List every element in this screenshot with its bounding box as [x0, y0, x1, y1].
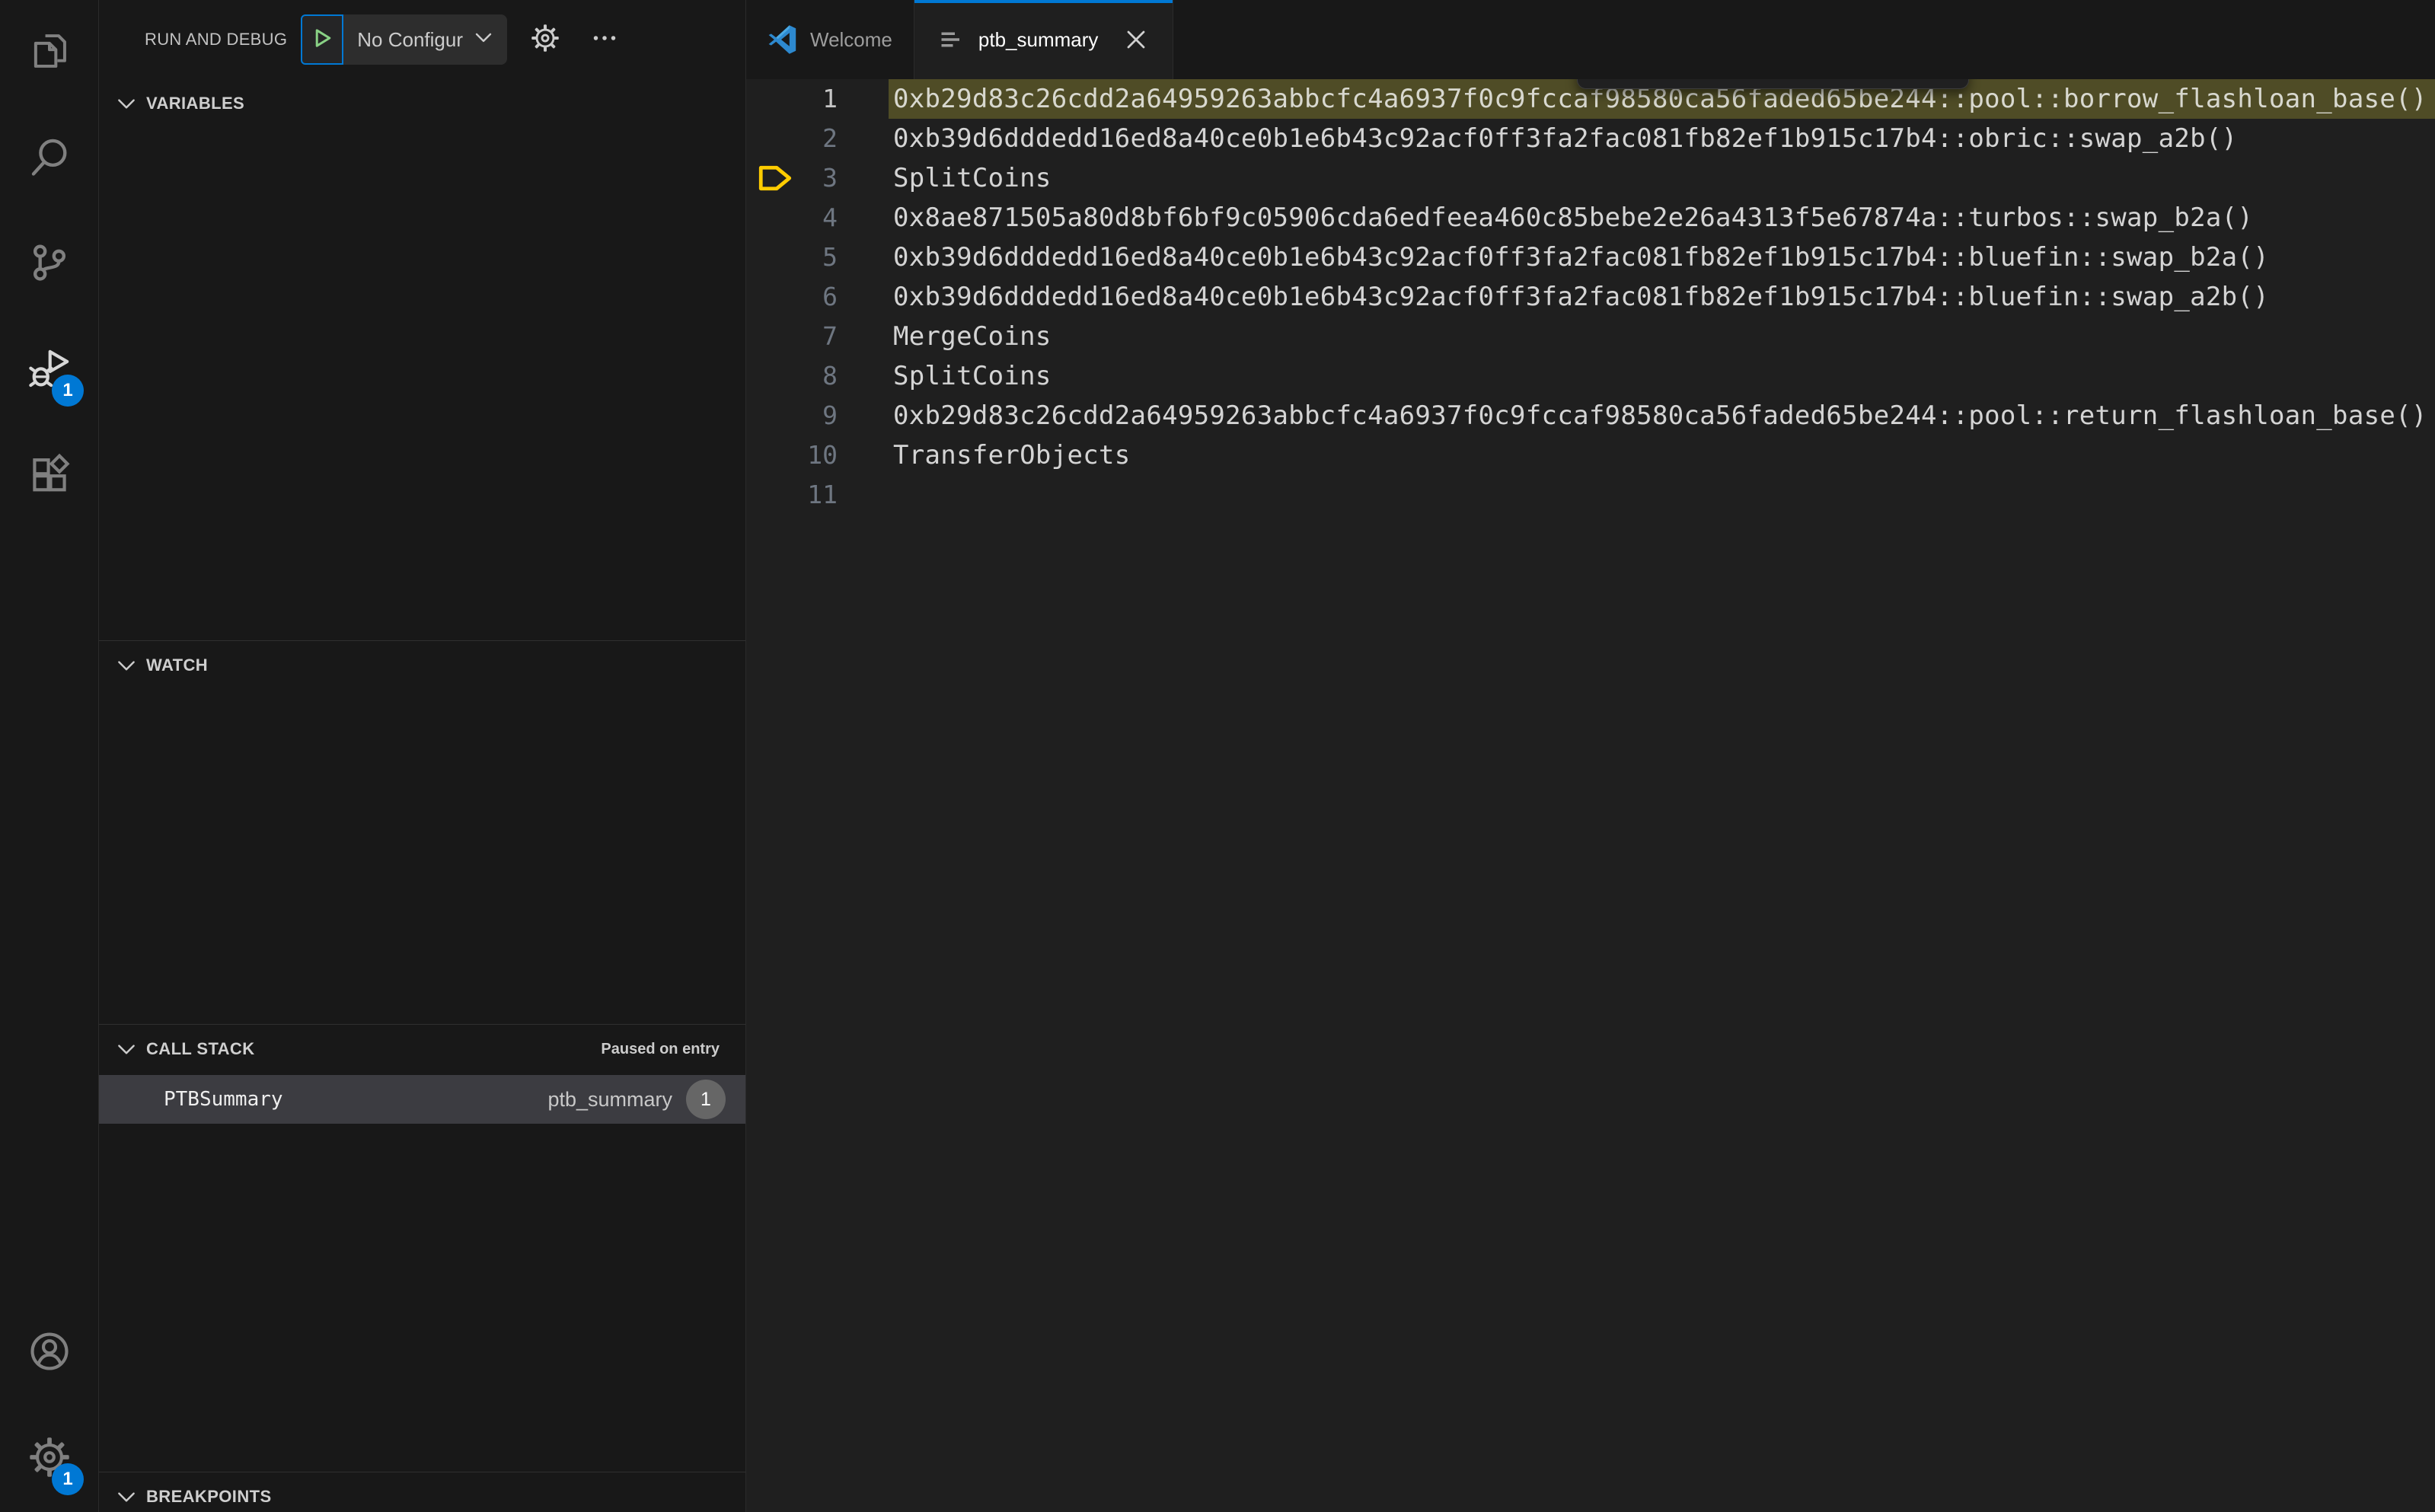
call-stack-pane-header[interactable]: CALL STACK Paused on entry: [99, 1025, 745, 1073]
code-line-8[interactable]: 8 SplitCoins: [746, 356, 2435, 396]
frame-file: ptb_summary: [547, 1087, 672, 1111]
config-dropdown-label: No Configur: [357, 27, 463, 51]
manage-button[interactable]: 1: [0, 1406, 99, 1512]
accounts-button[interactable]: [0, 1300, 99, 1406]
chevron-down-icon: [116, 655, 137, 676]
variables-pane-header[interactable]: VARIABLES: [99, 79, 745, 128]
list-file-icon: [936, 24, 966, 55]
breakpoints-pane-header[interactable]: BREAKPOINTS: [99, 1472, 745, 1512]
code-text: 0x8ae871505a80d8bf6bf9c05906cda6edfeea46…: [893, 203, 2254, 233]
sidebar-item-run-and-debug[interactable]: 1: [0, 317, 99, 423]
line-number[interactable]: 5: [746, 238, 838, 277]
settings-badge: 1: [52, 1463, 84, 1495]
config-dropdown[interactable]: No Configur: [343, 14, 507, 65]
watch-pane-header[interactable]: WATCH: [99, 641, 745, 690]
line-number[interactable]: 9: [746, 396, 838, 435]
activity-bar: 1 1: [0, 0, 99, 1512]
tab-bar: Welcome ptb_summary: [746, 0, 2435, 79]
call-stack-pane: CALL STACK Paused on entry PTBSummary pt…: [99, 1024, 745, 1472]
sidebar-item-source-control[interactable]: [0, 212, 99, 317]
search-icon: [27, 135, 72, 183]
sidebar-header: RUN AND DEBUG No Configur: [99, 0, 745, 79]
debug-gear-button[interactable]: [530, 23, 560, 57]
vscode-window: 1 1 RUN AND DEBUG No Configur VARIABLES …: [0, 0, 2435, 1512]
sidebar-item-search[interactable]: [0, 106, 99, 212]
close-icon[interactable]: [1121, 24, 1151, 55]
frame-meta: ptb_summary 1: [547, 1080, 726, 1119]
code-line-6[interactable]: 6 0xb39d6dddedd16ed8a40ce0b1e6b43c92acf0f…: [746, 277, 2435, 317]
activity-bar-bottom: 1: [0, 1300, 98, 1512]
line-number[interactable]: 2: [746, 119, 838, 158]
frame-line-badge: 1: [686, 1080, 726, 1119]
code-editor[interactable]: 1 0xb29d83c26cdd2a64959263abbcfc4a6937f0c…: [746, 79, 2435, 1512]
code-text: 0xb29d83c26cdd2a64959263abbcfc4a6937f0c9…: [893, 400, 2427, 431]
pane-title: CALL STACK: [146, 1039, 255, 1058]
code-text: SplitCoins: [893, 361, 1052, 391]
pane-title: BREAKPOINTS: [146, 1487, 272, 1506]
chevron-down-icon: [116, 1486, 137, 1507]
tab-label: ptb_summary: [978, 27, 1099, 51]
code-text: 0xb39d6dddedd16ed8a40ce0b1e6b43c92acf0ff…: [893, 282, 2269, 312]
source-control-icon: [27, 241, 72, 289]
vscode-logo-icon: [768, 24, 798, 55]
account-icon: [27, 1329, 72, 1377]
code-line-7[interactable]: 7 MergeCoins: [746, 317, 2435, 356]
code-text: SplitCoins: [893, 163, 1052, 193]
code-line-2[interactable]: 2 0xb39d6dddedd16ed8a40ce0b1e6b43c92acf0f…: [746, 119, 2435, 158]
code-line-3[interactable]: 3 SplitCoins: [746, 158, 2435, 198]
code-text: TransferObjects: [893, 440, 1131, 471]
code-text: MergeCoins: [893, 321, 1052, 352]
chevron-down-icon: [116, 93, 137, 114]
sidebar-item-explorer[interactable]: [0, 0, 99, 106]
line-number[interactable]: 11: [746, 475, 838, 515]
line-number[interactable]: 7: [746, 317, 838, 356]
frame-name: PTBSummary: [164, 1088, 283, 1111]
line-number[interactable]: 1: [746, 79, 838, 119]
variables-pane: VARIABLES: [99, 79, 745, 640]
code-text: 0xb39d6dddedd16ed8a40ce0b1e6b43c92acf0ff…: [893, 242, 2269, 273]
line-number[interactable]: 10: [746, 435, 838, 475]
start-debugging-button[interactable]: [301, 14, 344, 65]
tab-label: Welcome: [810, 27, 892, 51]
tab-ptb-summary[interactable]: ptb_summary: [914, 0, 1174, 79]
code-line-10[interactable]: 10 TransferObjects: [746, 435, 2435, 475]
debug-launch-control: No Configur: [301, 14, 507, 65]
pane-title: VARIABLES: [146, 94, 245, 113]
sidebar-item-extensions[interactable]: [0, 423, 99, 529]
code-line-5[interactable]: 5 0xb39d6dddedd16ed8a40ce0b1e6b43c92acf0f…: [746, 238, 2435, 277]
sidebar-title: RUN AND DEBUG: [145, 30, 288, 49]
watch-pane: WATCH: [99, 640, 745, 1024]
more-actions-button[interactable]: [589, 23, 620, 57]
editor-lines: 1 0xb29d83c26cdd2a64959263abbcfc4a6937f0c…: [746, 79, 2435, 515]
breakpoints-pane: BREAKPOINTS: [99, 1472, 745, 1512]
chevron-down-icon: [474, 27, 493, 53]
debug-badge: 1: [52, 375, 84, 407]
run-and-debug-sidebar: RUN AND DEBUG No Configur VARIABLES WATC…: [99, 0, 746, 1512]
line-number[interactable]: 8: [746, 356, 838, 396]
code-line-11[interactable]: 11: [746, 475, 2435, 515]
code-line-4[interactable]: 4 0x8ae871505a80d8bf6bf9c05906cda6edfeea4…: [746, 198, 2435, 238]
debug-current-line-arrow: [755, 163, 795, 193]
chevron-down-icon: [116, 1038, 137, 1060]
files-icon: [27, 29, 72, 77]
call-stack-status: Paused on entry: [601, 1040, 720, 1057]
debug-toolbar: [1577, 79, 1969, 89]
call-stack-frame-row[interactable]: PTBSummary ptb_summary 1: [99, 1075, 745, 1124]
play-icon: [309, 25, 335, 55]
code-line-9[interactable]: 9 0xb29d83c26cdd2a64959263abbcfc4a6937f0c…: [746, 396, 2435, 435]
code-text: 0xb39d6dddedd16ed8a40ce0b1e6b43c92acf0ff…: [893, 123, 2238, 154]
ellipsis-icon: [589, 23, 620, 57]
tab-welcome[interactable]: Welcome: [746, 0, 914, 79]
line-number[interactable]: 4: [746, 198, 838, 238]
extensions-icon: [27, 452, 72, 500]
line-number[interactable]: 6: [746, 277, 838, 317]
pane-title: WATCH: [146, 656, 209, 675]
gear-icon: [530, 23, 560, 57]
activity-bar-top: 1: [0, 0, 98, 529]
editor-area: Welcome ptb_summary 1 0xb29d83c26cdd2a64…: [746, 0, 2435, 1512]
